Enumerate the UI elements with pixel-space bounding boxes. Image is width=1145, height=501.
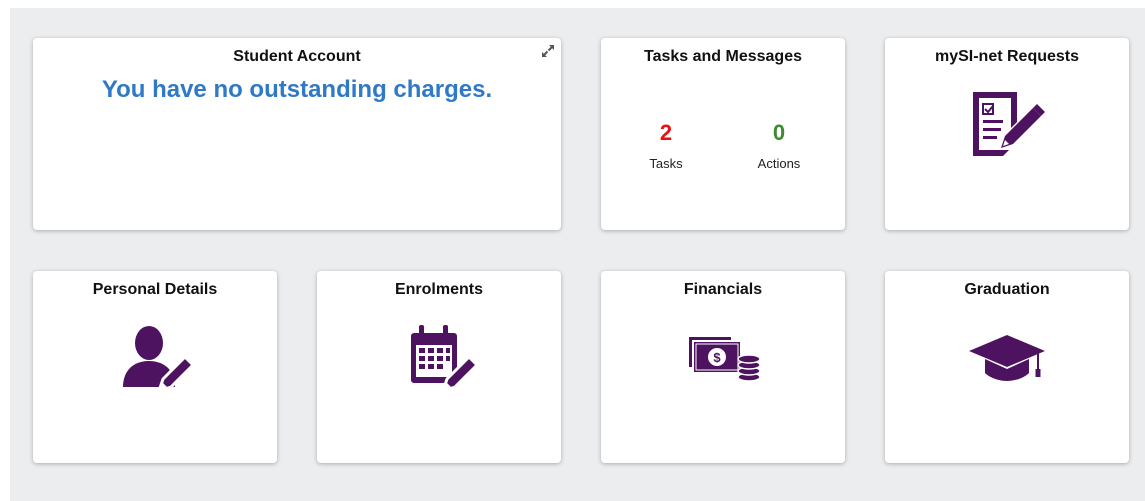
tasks-label: Tasks [649, 156, 683, 171]
svg-text:$: $ [713, 350, 721, 365]
actions-label: Actions [757, 156, 801, 171]
calendar-edit-icon [411, 325, 479, 394]
personal-details-tile[interactable]: Personal Details [33, 271, 277, 463]
tasks-messages-title: Tasks and Messages [643, 48, 802, 65]
user-edit-icon [123, 326, 195, 394]
personal-details-title: Personal Details [92, 281, 218, 298]
graduation-tile[interactable]: Graduation [885, 271, 1129, 463]
tasks-count: 2 [659, 120, 673, 145]
expand-icon[interactable] [541, 44, 555, 58]
graduation-cap-icon [969, 335, 1045, 381]
homepage-canvas: Student Account You have no outstanding … [10, 8, 1145, 501]
actions-stat[interactable]: 0 Actions [739, 120, 819, 171]
document-edit-icon [973, 92, 1045, 156]
tasks-messages-tile[interactable]: Tasks and Messages 2 Tasks 0 Actions [601, 38, 845, 230]
money-coins-icon: $ [689, 337, 761, 382]
outstanding-charges-message: You have no outstanding charges. [101, 76, 493, 103]
requests-tile[interactable]: mySI-net Requests [885, 38, 1129, 230]
student-account-tile[interactable]: Student Account You have no outstanding … [33, 38, 561, 230]
actions-count: 0 [772, 120, 786, 145]
tasks-stat[interactable]: 2 Tasks [626, 120, 706, 171]
requests-title: mySI-net Requests [934, 48, 1080, 65]
financials-tile[interactable]: Financials $ [601, 271, 845, 463]
student-account-title: Student Account [233, 48, 361, 65]
enrolments-tile[interactable]: Enrolments [317, 271, 561, 463]
enrolments-title: Enrolments [394, 281, 483, 298]
financials-title: Financials [683, 281, 763, 298]
graduation-title: Graduation [964, 281, 1050, 298]
